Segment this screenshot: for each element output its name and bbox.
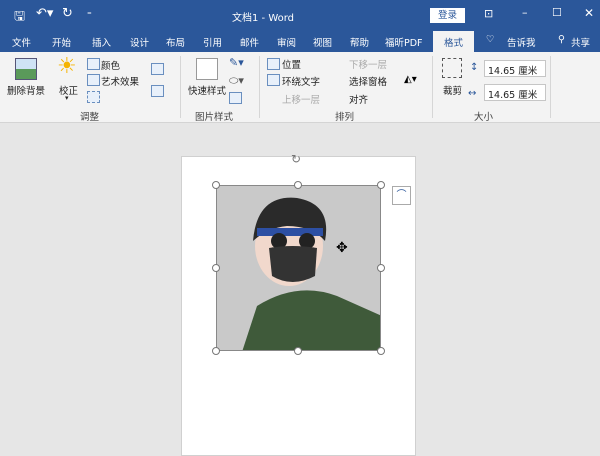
- tab-file[interactable]: 文件: [12, 35, 31, 49]
- save-icon[interactable]: 🖫: [14, 7, 25, 29]
- undo-icon[interactable]: ↶▾: [36, 6, 53, 21]
- tab-help[interactable]: 帮助: [350, 35, 369, 49]
- wrap-text-button[interactable]: 环绕文字: [282, 74, 320, 88]
- share-button[interactable]: 共享: [571, 35, 590, 49]
- picture-effects-icon[interactable]: ⬭▾: [229, 74, 244, 88]
- artistic-effects-button[interactable]: 艺术效果: [101, 74, 139, 88]
- minimize-button[interactable]: –: [522, 6, 528, 19]
- window-title: 文档1 - Word: [232, 13, 295, 24]
- tab-foxit-pdf[interactable]: 福昕PDF: [385, 35, 423, 49]
- group-size-label: 大小: [474, 112, 494, 123]
- maximize-button[interactable]: ☐: [552, 6, 562, 19]
- height-icon: ↕: [470, 62, 479, 73]
- tab-insert[interactable]: 插入: [92, 35, 111, 49]
- tab-home[interactable]: 开始: [52, 35, 71, 49]
- artistic-effects-icon: [87, 74, 100, 86]
- redo-icon[interactable]: ↻: [62, 6, 73, 21]
- resize-handle[interactable]: [377, 347, 385, 355]
- rotate-handle[interactable]: ↻: [291, 152, 301, 166]
- picture-layout-icon[interactable]: [229, 92, 242, 104]
- remove-background-button[interactable]: 删除背景: [7, 83, 45, 97]
- title-bar: 🖫 ↶▾ ↻ ₌ 文档1 - Word 登录 ⊡ – ☐ ✕: [0, 0, 600, 31]
- send-backward-button[interactable]: 下移一层: [349, 57, 387, 71]
- user-icon: ⚲: [558, 34, 565, 45]
- portrait-illustration: [242, 197, 380, 350]
- tab-mailings[interactable]: 邮件: [240, 35, 259, 49]
- width-icon: ↔: [468, 88, 477, 99]
- resize-handle[interactable]: [212, 347, 220, 355]
- resize-handle[interactable]: [377, 181, 385, 189]
- tab-view[interactable]: 视图: [313, 35, 332, 49]
- close-button[interactable]: ✕: [584, 6, 594, 20]
- height-input[interactable]: 14.65 厘米: [484, 60, 546, 77]
- tab-layout[interactable]: 布局: [166, 35, 185, 49]
- group-adjust-label: 调整: [80, 112, 100, 123]
- crop-icon: [442, 58, 462, 78]
- picture-border-icon[interactable]: ✎▾: [229, 56, 244, 69]
- tell-me[interactable]: 告诉我: [507, 35, 536, 49]
- tab-format[interactable]: 格式: [433, 31, 475, 52]
- resize-handle[interactable]: [212, 264, 220, 272]
- move-cursor-icon: ✥: [336, 240, 348, 256]
- login-button[interactable]: 登录: [430, 8, 465, 23]
- ribbon-tabs: 文件 开始 插入 设计 布局 引用 邮件 审阅 视图 帮助 福昕PDF 格式 ♡…: [0, 31, 600, 52]
- wrap-text-icon: [267, 74, 280, 86]
- selected-picture[interactable]: [216, 185, 381, 351]
- crop-button[interactable]: 裁剪: [443, 83, 462, 97]
- lightbulb-icon: ♡: [486, 34, 495, 45]
- group-styles-label: 图片样式: [195, 112, 234, 123]
- tab-references[interactable]: 引用: [203, 35, 222, 49]
- color-icon: [87, 58, 100, 70]
- color-button[interactable]: 颜色: [101, 58, 120, 72]
- quick-styles-icon: [196, 58, 218, 80]
- reset-picture-icon[interactable]: [151, 85, 164, 97]
- resize-handle[interactable]: [377, 264, 385, 272]
- resize-handle[interactable]: [294, 181, 302, 189]
- ribbon: 删除背景 ☀ 校正 ▾ 颜色 艺术效果 调整 快速样式 ✎▾ ⬭▾ 图片样式 位…: [0, 52, 600, 123]
- rotate-icon[interactable]: ◭▾: [404, 74, 417, 85]
- tab-review[interactable]: 审阅: [277, 35, 296, 49]
- quick-styles-button[interactable]: 快速样式: [188, 83, 226, 97]
- width-input[interactable]: 14.65 厘米: [484, 84, 546, 101]
- selection-pane-button[interactable]: 选择窗格: [349, 74, 387, 88]
- group-arrange-label: 排列: [335, 112, 355, 123]
- position-icon: [267, 58, 280, 70]
- position-button[interactable]: 位置: [282, 57, 301, 71]
- sun-icon: ☀: [57, 54, 77, 79]
- compress-pictures-icon[interactable]: [87, 91, 100, 103]
- layout-options-icon[interactable]: ⌒: [392, 186, 411, 205]
- resize-handle[interactable]: [212, 181, 220, 189]
- resize-handle[interactable]: [294, 347, 302, 355]
- remove-background-icon: [15, 58, 37, 80]
- change-picture-icon[interactable]: [151, 63, 164, 75]
- align-button[interactable]: 对齐: [349, 92, 368, 106]
- ribbon-display-icon[interactable]: ⊡: [484, 7, 493, 20]
- customize-icon[interactable]: ₌: [87, 8, 92, 18]
- tab-design[interactable]: 设计: [130, 35, 149, 49]
- bring-forward-button[interactable]: 上移一层: [282, 92, 320, 106]
- chevron-down-icon: ▾: [65, 94, 69, 102]
